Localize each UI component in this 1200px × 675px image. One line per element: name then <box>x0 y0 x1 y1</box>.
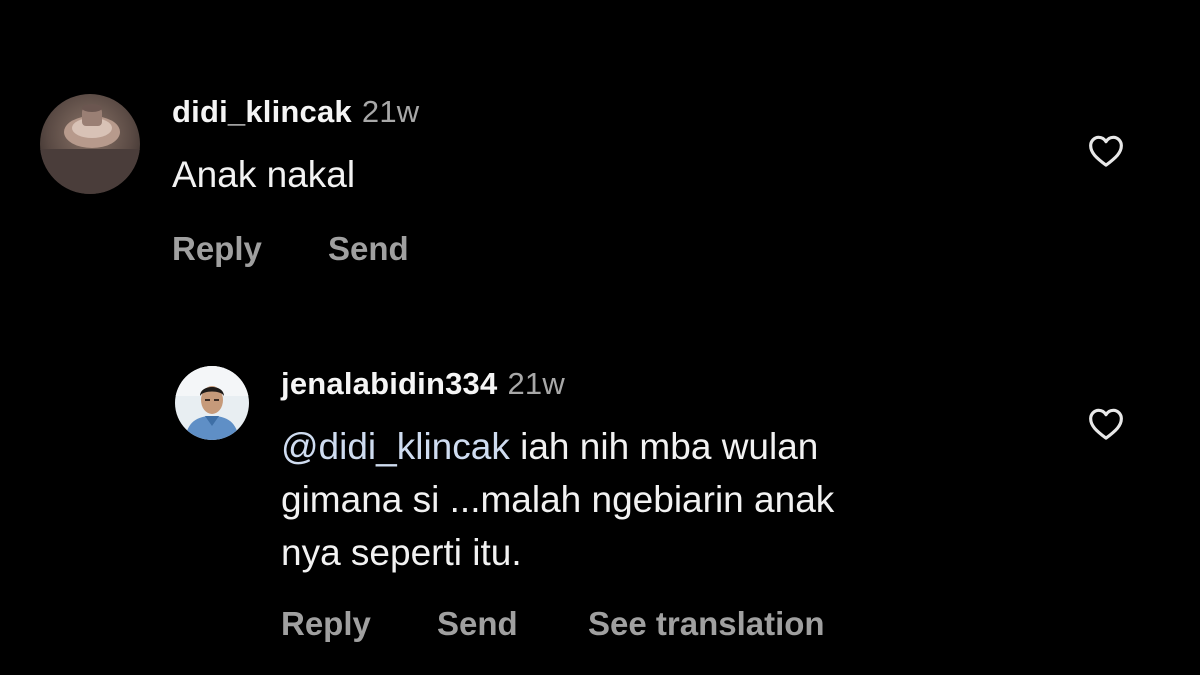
like-button[interactable] <box>1086 131 1126 171</box>
comment-text: Anak nakal <box>172 154 356 195</box>
comment-time: 21w <box>507 366 565 401</box>
see-translation-button[interactable]: See translation <box>588 605 825 643</box>
send-button[interactable]: Send <box>328 230 409 268</box>
avatar[interactable] <box>175 366 249 440</box>
send-button[interactable]: Send <box>437 605 518 643</box>
heart-outline-icon <box>1089 408 1123 440</box>
reply-button[interactable]: Reply <box>281 605 371 643</box>
mention-link[interactable]: @didi_klincak <box>281 426 510 467</box>
comment-text: @didi_klincak iah nih mba wulan gimana s… <box>281 420 834 579</box>
avatar[interactable] <box>40 94 140 194</box>
username-text[interactable]: jenalabidin334 <box>281 366 497 401</box>
username-text[interactable]: didi_klincak <box>172 94 352 129</box>
comment-line-1: @didi_klincak iah nih mba wulan <box>281 420 834 473</box>
comment-username[interactable]: jenalabidin334 21w <box>281 366 565 402</box>
reply-button[interactable]: Reply <box>172 230 262 268</box>
like-button[interactable] <box>1086 404 1126 444</box>
heart-outline-icon <box>1089 135 1123 167</box>
avatar-image <box>175 366 249 440</box>
comment-line-2: gimana si ...malah ngebiarin anak <box>281 479 835 520</box>
comment-line-3: nya seperti itu. <box>281 532 522 573</box>
avatar-image <box>40 94 140 194</box>
comment-line-text: iah nih mba wulan <box>509 426 819 467</box>
comment-username[interactable]: didi_klincak 21w <box>172 94 419 130</box>
comment-time: 21w <box>361 94 420 129</box>
